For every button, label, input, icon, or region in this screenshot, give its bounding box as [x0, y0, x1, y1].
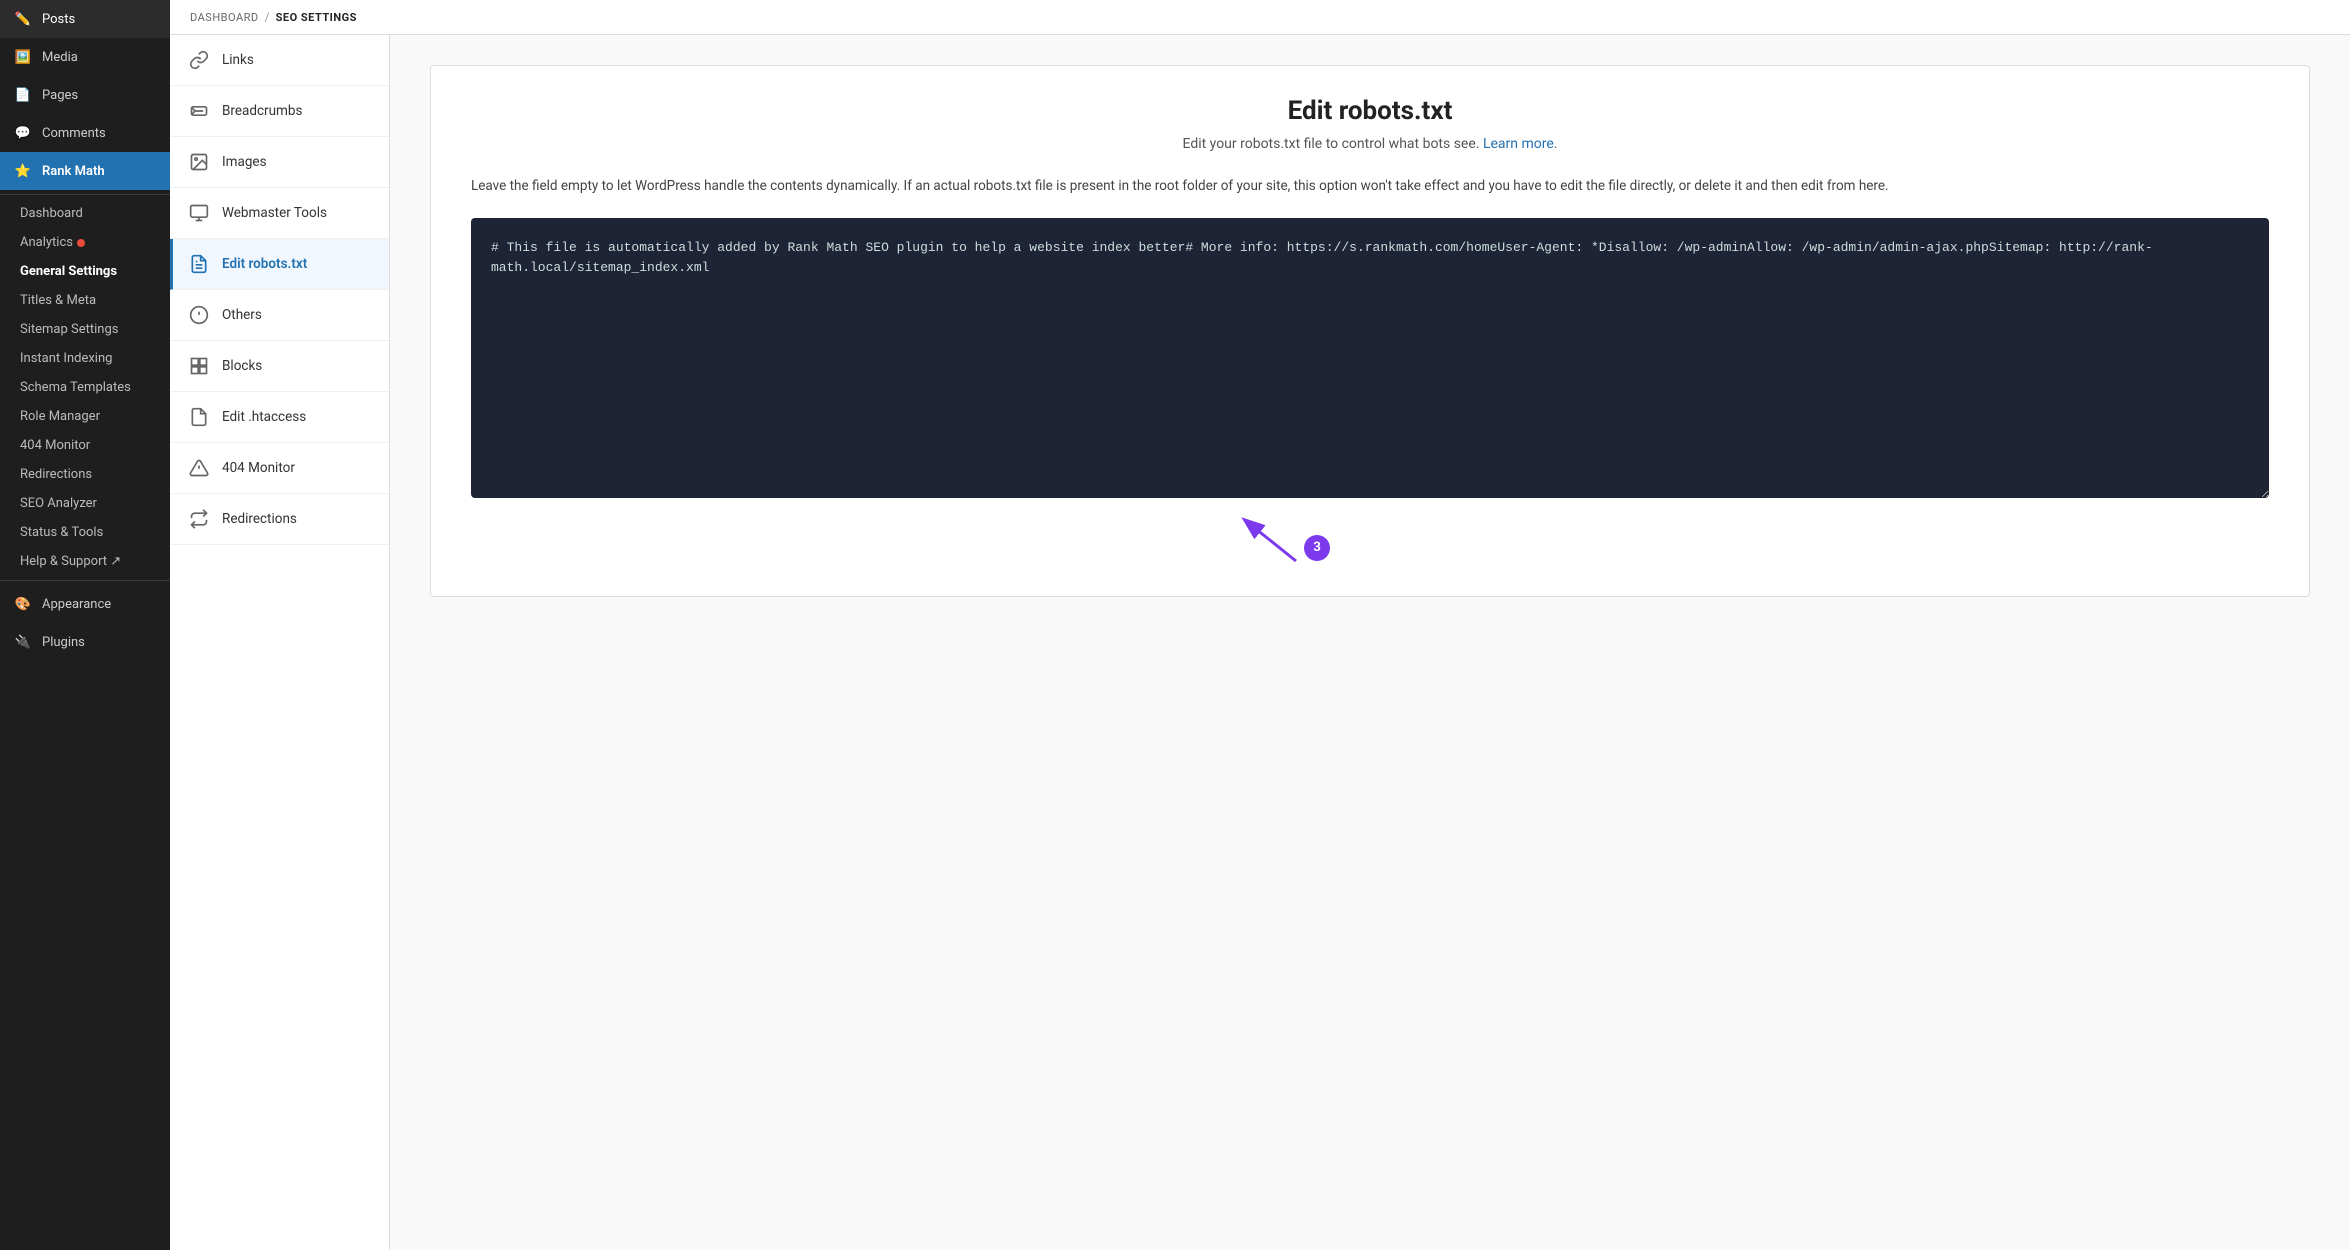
sec-sidebar-blocks[interactable]: Blocks [170, 341, 389, 392]
breadcrumb-link[interactable]: DASHBOARD [190, 11, 259, 24]
robots-wrapper: 3 [471, 218, 2269, 566]
breadcrumbs-icon [188, 100, 210, 122]
sec-sidebar-others[interactable]: Others [170, 290, 389, 341]
main-content: DASHBOARD / SEO SETTINGS Links Breadcrum… [170, 0, 2350, 1250]
pages-icon: 📄 [14, 86, 32, 104]
sidebar-item-status-tools[interactable]: Status & Tools [0, 518, 170, 547]
sidebar-item-appearance[interactable]: 🎨 Appearance [0, 585, 170, 623]
left-sidebar: ✏️ Posts 🖼️ Media 📄 Pages 💬 Comments ⭐ R… [0, 0, 170, 1250]
blocks-icon [188, 355, 210, 377]
htaccess-icon [188, 406, 210, 428]
sidebar-item-sitemap-settings[interactable]: Sitemap Settings [0, 315, 170, 344]
analytics-badge [77, 239, 85, 247]
sidebar-item-seo-analyzer[interactable]: SEO Analyzer [0, 489, 170, 518]
breadcrumb-separator: / [265, 10, 270, 24]
info-text: Leave the field empty to let WordPress h… [471, 176, 2269, 198]
rank-math-icon: ⭐ [14, 162, 32, 180]
appearance-icon: 🎨 [14, 595, 32, 613]
sec-sidebar-links[interactable]: Links [170, 35, 389, 86]
sidebar-item-plugins[interactable]: 🔌 Plugins [0, 623, 170, 661]
sec-sidebar-404[interactable]: 404 Monitor [170, 443, 389, 494]
comments-icon: 💬 [14, 124, 32, 142]
sidebar-item-404-monitor[interactable]: 404 Monitor [0, 431, 170, 460]
breadcrumb: DASHBOARD / SEO SETTINGS [170, 0, 2350, 35]
sidebar-item-analytics[interactable]: Analytics [0, 228, 170, 257]
sidebar-item-media[interactable]: 🖼️ Media [0, 38, 170, 76]
sidebar-item-schema-templates[interactable]: Schema Templates [0, 373, 170, 402]
sidebar-item-rank-math[interactable]: ⭐ Rank Math 1 [0, 152, 170, 190]
posts-icon: ✏️ [14, 10, 32, 28]
images-icon [188, 151, 210, 173]
redirections-icon [188, 508, 210, 530]
inner-layout: Links Breadcrumbs Images W [170, 35, 2350, 1250]
content-panel: Edit robots.txt Edit your robots.txt fil… [390, 35, 2350, 1250]
annotation-arrow3 [1226, 511, 1346, 566]
sidebar-item-help-support[interactable]: Help & Support ↗ [0, 547, 170, 576]
media-icon: 🖼️ [14, 48, 32, 66]
page-subtitle: Edit your robots.txt file to control wha… [471, 136, 2269, 152]
annotation-step3: 3 [1304, 535, 1330, 561]
plugins-icon: 🔌 [14, 633, 32, 651]
others-icon [188, 304, 210, 326]
learn-more-link[interactable]: Learn more [1483, 136, 1554, 152]
sidebar-item-pages[interactable]: 📄 Pages [0, 76, 170, 114]
content-box: Edit robots.txt Edit your robots.txt fil… [430, 65, 2310, 597]
sidebar-item-posts[interactable]: ✏️ Posts [0, 0, 170, 38]
robots-icon [188, 253, 210, 275]
sec-sidebar-webmaster[interactable]: Webmaster Tools [170, 188, 389, 239]
sidebar-item-redirections[interactable]: Redirections [0, 460, 170, 489]
monitor-icon [188, 457, 210, 479]
sidebar-item-comments[interactable]: 💬 Comments [0, 114, 170, 152]
sec-sidebar-images[interactable]: Images [170, 137, 389, 188]
sec-sidebar-breadcrumbs[interactable]: Breadcrumbs [170, 86, 389, 137]
sidebar-item-instant-indexing[interactable]: Instant Indexing [0, 344, 170, 373]
sidebar-item-role-manager[interactable]: Role Manager [0, 402, 170, 431]
sec-sidebar-edit-robots[interactable]: Edit robots.txt 2 [170, 239, 389, 290]
sidebar-item-general-settings[interactable]: General Settings [0, 257, 170, 286]
robots-textarea[interactable] [471, 218, 2269, 498]
secondary-sidebar: Links Breadcrumbs Images W [170, 35, 390, 1250]
page-title: Edit robots.txt [471, 96, 2269, 126]
sidebar-item-titles-meta[interactable]: Titles & Meta [0, 286, 170, 315]
sec-sidebar-redirections[interactable]: Redirections [170, 494, 389, 545]
links-icon [188, 49, 210, 71]
webmaster-icon [188, 202, 210, 224]
sec-sidebar-htaccess[interactable]: Edit .htaccess [170, 392, 389, 443]
sidebar-item-dashboard[interactable]: Dashboard [0, 199, 170, 228]
breadcrumb-current: SEO SETTINGS [276, 11, 357, 24]
